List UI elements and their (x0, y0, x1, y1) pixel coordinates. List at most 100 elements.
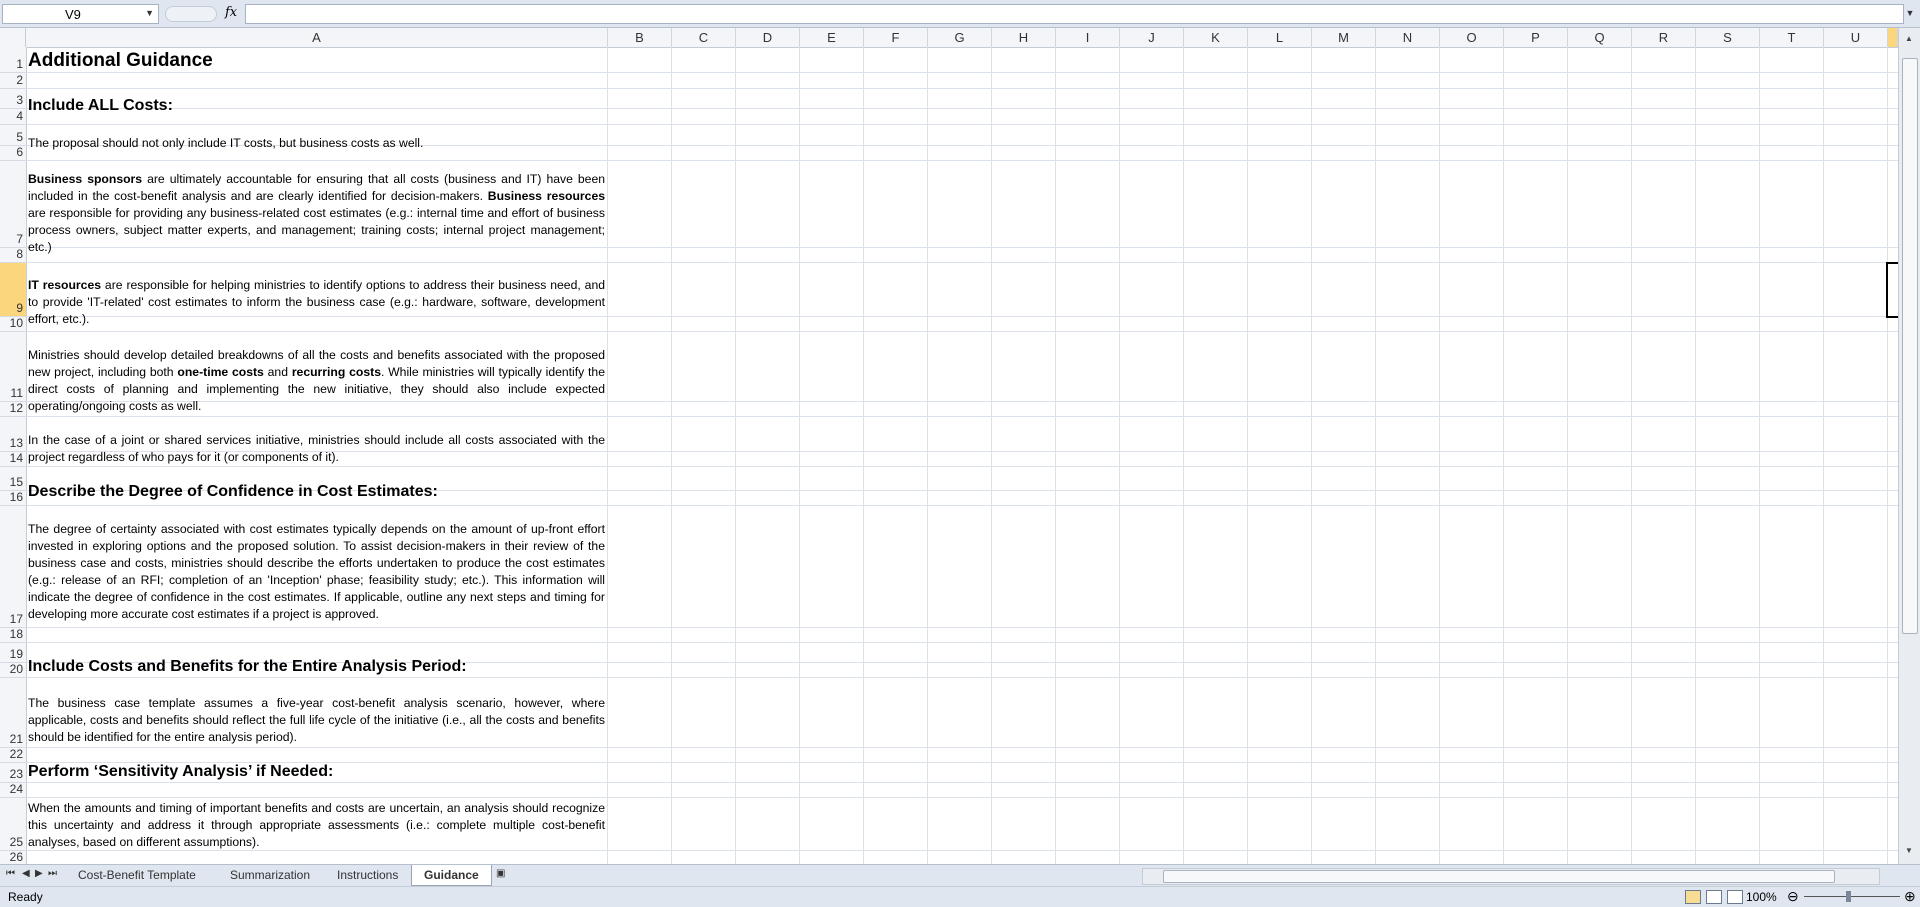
scroll-up-icon[interactable]: ▲ (1903, 34, 1915, 43)
insert-sheet-icon[interactable]: ▣ (496, 868, 505, 879)
zoom-out-icon[interactable]: ⊖ (1787, 888, 1799, 905)
normal-view-icon[interactable] (1685, 889, 1701, 904)
tab-cost-benefit-template[interactable]: Cost-Benefit Template (66, 865, 208, 885)
row-header-17[interactable]: 17 (0, 506, 26, 628)
column-gridline (927, 47, 928, 864)
function-buttons: fx (165, 4, 245, 22)
column-gridline (863, 47, 864, 864)
zoom-level[interactable]: 100% (1746, 890, 1777, 904)
worksheet-grid[interactable]: Additional Guidance Include ALL Costs: T… (26, 47, 1898, 864)
row-gridline (26, 262, 1898, 263)
cell-a7-bold-1: Business sponsors (28, 172, 143, 186)
horizontal-scroll-thumb[interactable] (1163, 870, 1835, 883)
row-header-10[interactable]: 10 (0, 316, 26, 332)
cell-a1-title: Additional Guidance (28, 50, 213, 71)
row-header-20[interactable]: 20 (0, 662, 26, 678)
tab-guidance[interactable]: Guidance (411, 865, 492, 886)
page-break-view-icon[interactable] (1727, 889, 1743, 904)
scroll-down-icon[interactable]: ▼ (1903, 846, 1915, 855)
status-bar: Ready 100% ⊖ ⊕ (0, 886, 1920, 907)
column-header-e[interactable]: E (800, 28, 864, 47)
row-header-18[interactable]: 18 (0, 627, 26, 643)
formula-bar-handle[interactable] (165, 6, 217, 22)
first-sheet-icon[interactable]: ⏮ (6, 868, 15, 879)
column-header-i[interactable]: I (1056, 28, 1120, 47)
select-all-corner[interactable] (0, 28, 26, 47)
cell-a9: IT resources are responsible for helping… (28, 277, 605, 328)
column-header-r[interactable]: R (1632, 28, 1696, 47)
insert-function-button[interactable]: fx (225, 5, 237, 20)
row-header-5[interactable]: 5 (0, 125, 26, 146)
column-header-s[interactable]: S (1696, 28, 1760, 47)
cell-a7: Business sponsors are ultimately account… (28, 171, 605, 256)
row-header-24[interactable]: 24 (0, 782, 26, 798)
row-header-3[interactable]: 3 (0, 89, 26, 109)
last-sheet-icon[interactable]: ⏭ (48, 868, 57, 879)
column-header-j[interactable]: J (1120, 28, 1184, 47)
column-header-a[interactable]: A (26, 28, 608, 47)
expand-formula-bar-icon[interactable]: ▼ (1904, 4, 1916, 22)
cell-a7-bold-2: Business resources (487, 189, 606, 203)
row-header-25[interactable]: 25 (0, 798, 26, 851)
row-header-8[interactable]: 8 (0, 247, 26, 263)
row-header-15[interactable]: 15 (0, 467, 26, 491)
column-header-h[interactable]: H (992, 28, 1056, 47)
row-header-13[interactable]: 13 (0, 417, 26, 452)
row-header-1[interactable]: 1 (0, 47, 26, 73)
column-gridline (735, 47, 736, 864)
cell-a21: The business case template assumes a fiv… (28, 696, 605, 744)
column-header-f[interactable]: F (864, 28, 928, 47)
column-header-n[interactable]: N (1376, 28, 1440, 47)
cell-a19-heading: Include Costs and Benefits for the Entir… (28, 658, 467, 675)
row-header-23[interactable]: 23 (0, 763, 26, 783)
tab-summarization[interactable]: Summarization (218, 865, 322, 885)
row-header-12[interactable]: 12 (0, 401, 26, 417)
horizontal-scrollbar[interactable] (1142, 868, 1880, 885)
column-header-o[interactable]: O (1440, 28, 1504, 47)
zoom-in-icon[interactable]: ⊕ (1904, 888, 1916, 905)
row-header-11[interactable]: 11 (0, 332, 26, 402)
column-header-g[interactable]: G (928, 28, 992, 47)
column-header-l[interactable]: L (1248, 28, 1312, 47)
column-header-u[interactable]: U (1824, 28, 1888, 47)
row-header-26[interactable]: 26 (0, 850, 26, 864)
chevron-down-icon[interactable]: ▼ (145, 8, 154, 18)
column-header-selected[interactable] (1888, 28, 1898, 47)
row-header-19[interactable]: 19 (0, 643, 26, 663)
column-header-c[interactable]: C (672, 28, 736, 47)
vertical-scroll-thumb[interactable] (1902, 58, 1918, 634)
column-gridline (671, 47, 672, 864)
cell-a23-heading: Perform ‘Sensitivity Analysis’ if Needed… (28, 763, 334, 780)
row-header-4[interactable]: 4 (0, 109, 26, 125)
column-header-q[interactable]: Q (1568, 28, 1632, 47)
row-header-9[interactable]: 9 (0, 263, 26, 317)
formula-input[interactable] (245, 4, 1904, 24)
row-header-22[interactable]: 22 (0, 747, 26, 763)
column-header-m[interactable]: M (1312, 28, 1376, 47)
tab-instructions[interactable]: Instructions (325, 865, 410, 885)
name-box[interactable]: V9 ▼ (2, 4, 159, 24)
column-gridline (1887, 47, 1888, 864)
page-layout-view-icon[interactable] (1706, 889, 1722, 904)
row-gridline (26, 160, 1898, 161)
vertical-scrollbar[interactable]: ▲ ▼ (1898, 28, 1920, 864)
column-header-d[interactable]: D (736, 28, 800, 47)
column-header-p[interactable]: P (1504, 28, 1568, 47)
row-header-16[interactable]: 16 (0, 490, 26, 506)
active-cell-selection[interactable] (1886, 262, 1898, 318)
column-header-t[interactable]: T (1760, 28, 1824, 47)
column-header-k[interactable]: K (1184, 28, 1248, 47)
prev-sheet-icon[interactable]: ◀ (22, 868, 30, 879)
zoom-slider-knob[interactable] (1846, 891, 1851, 902)
next-sheet-icon[interactable]: ▶ (35, 868, 43, 879)
row-header-21[interactable]: 21 (0, 678, 26, 748)
column-header-b[interactable]: B (608, 28, 672, 47)
cell-a17: The degree of certainty associated with … (28, 522, 605, 621)
row-header-14[interactable]: 14 (0, 451, 26, 467)
column-gridline (1759, 47, 1760, 864)
row-header-7[interactable]: 7 (0, 161, 26, 248)
zoom-slider[interactable] (1804, 896, 1900, 897)
column-gridline (1695, 47, 1696, 864)
row-header-6[interactable]: 6 (0, 145, 26, 161)
row-header-2[interactable]: 2 (0, 73, 26, 89)
